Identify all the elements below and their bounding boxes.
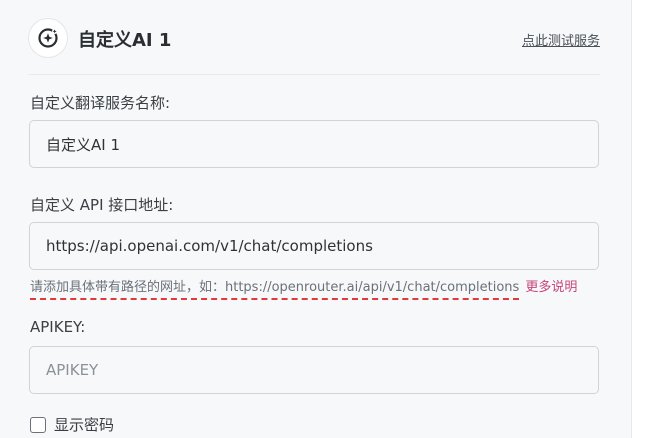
api-url-hint-text: 请添加具体带有路径的网址，如：https://openrouter.ai/api… xyxy=(30,280,520,300)
service-logo xyxy=(28,18,68,58)
show-password-checkbox[interactable] xyxy=(30,416,46,433)
api-url-input[interactable] xyxy=(29,222,599,270)
service-name-input[interactable] xyxy=(29,120,599,168)
show-password-row[interactable]: 显示密码 xyxy=(30,414,114,435)
api-url-hint: 请添加具体带有路径的网址，如：https://openrouter.ai/api… xyxy=(30,276,577,300)
sparkle-icon xyxy=(38,28,58,48)
api-key-input[interactable] xyxy=(29,346,599,394)
show-password-label: 显示密码 xyxy=(54,416,115,434)
test-service-link[interactable]: 点此测试服务 xyxy=(522,30,600,49)
service-title: 自定义AI 1 xyxy=(78,30,172,51)
api-url-label: 自定义 API 接口地址: xyxy=(30,196,174,214)
service-header: 自定义AI 1 点此测试服务 xyxy=(28,16,600,60)
header-divider xyxy=(28,74,600,75)
more-info-link[interactable]: 更多说明 xyxy=(525,280,577,295)
settings-panel: 自定义AI 1 点此测试服务 自定义翻译服务名称: 自定义 API 接口地址: … xyxy=(0,0,632,438)
service-name-label: 自定义翻译服务名称: xyxy=(30,94,171,112)
api-key-label: APIKEY: xyxy=(30,318,86,336)
